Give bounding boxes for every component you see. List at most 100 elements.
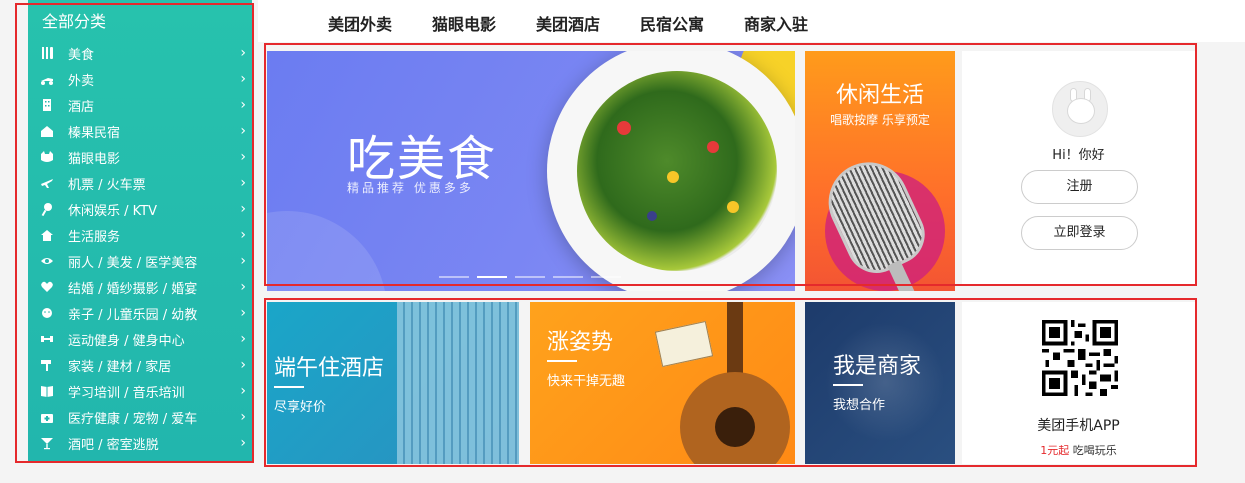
sidebar-list: 美食 › 外卖 › 酒店 › 榛果民宿 › 猫眼电影 › 机票 / 火车票 › 休闲娱乐 / KTV › 生… (28, 40, 252, 456)
ukulele-neck (727, 302, 743, 382)
heart-icon (38, 280, 56, 294)
register-button[interactable]: 注册 (1021, 170, 1138, 204)
sidebar-item[interactable]: 生活服务 › (28, 222, 252, 248)
merchant-tile-title: 我是商家 (833, 354, 922, 379)
eye-icon (38, 254, 56, 268)
sidebar-item-label: 亲子 / 儿童乐园 / 幼教 (68, 307, 198, 323)
sidebar-item[interactable]: 亲子 / 儿童乐园 / 幼教 › (28, 300, 252, 326)
sidebar-item[interactable]: 美食 › (28, 40, 252, 66)
sidebar-item-label: 酒店 (68, 99, 95, 115)
scooter-icon (38, 72, 56, 86)
sidebar-item-label: 运动健身 / 健身中心 (68, 333, 185, 349)
sidebar-item-label: 猫眼电影 (68, 151, 121, 167)
nav-meituan-hotel[interactable]: 美团酒店 (536, 11, 600, 35)
food-banner[interactable]: 吃美食 精品推荐 优惠多多 (267, 51, 795, 291)
dumbbell-icon (38, 332, 56, 346)
chevron-right-icon: › (240, 357, 246, 373)
sidebar-item-label: 外卖 (68, 73, 95, 89)
chevron-right-icon: › (240, 71, 246, 87)
greeting-text: Hi！你好 (1052, 148, 1105, 163)
sidebar-item-label: 丽人 / 美发 / 医学美容 (68, 255, 198, 271)
book-image (654, 320, 714, 368)
strawberry-decor (617, 121, 631, 135)
divider (274, 386, 304, 388)
carousel-indicator[interactable] (591, 276, 621, 278)
chevron-right-icon: › (240, 253, 246, 269)
paint-roller-icon (38, 358, 56, 372)
sidebar-item[interactable]: 猫眼电影 › (28, 144, 252, 170)
nav-homestay[interactable]: 民宿公寓 (640, 11, 704, 35)
cat-icon (38, 150, 56, 164)
chevron-right-icon: › (240, 409, 246, 425)
chevron-right-icon: › (240, 227, 246, 243)
sidebar-item[interactable]: 丽人 / 美发 / 医学美容 › (28, 248, 252, 274)
blueberry-decor (647, 211, 657, 221)
pineapple-decor (727, 201, 739, 213)
page: 美团外卖 猫眼电影 美团酒店 民宿公寓 商家入驻 全部分类 美食 › 外卖 › 酒店 › 榛… (0, 0, 1245, 483)
ukulele-sound-hole (715, 407, 755, 447)
rabbit-face-icon (1067, 98, 1095, 124)
network-decor (825, 322, 945, 442)
sidebar-item-label: 酒吧 / 密室逃脱 (68, 437, 159, 453)
carousel-indicator[interactable] (553, 276, 583, 278)
hotel-tile-title: 端午住酒店 (274, 356, 385, 381)
carousel-indicator[interactable] (439, 276, 469, 278)
sidebar-item[interactable]: 休闲娱乐 / KTV › (28, 196, 252, 222)
hotel-tile-subtitle: 尽享好价 (274, 400, 327, 415)
hotel-promo-tile[interactable]: 端午住酒店 尽享好价 (267, 302, 519, 464)
qr-code-icon (1042, 320, 1118, 396)
app-subtitle: 1元起 吃喝玩乐 (962, 442, 1195, 458)
sidebar-item[interactable]: 机票 / 火车票 › (28, 170, 252, 196)
merchant-promo-tile[interactable]: 我是商家 我想合作 (805, 302, 955, 464)
decor-circle (267, 211, 387, 291)
strawberry-decor (707, 141, 719, 153)
sidebar-item-label: 家装 / 建材 / 家居 (68, 359, 172, 375)
merchant-tile-subtitle: 我想合作 (833, 398, 886, 413)
baby-icon (38, 306, 56, 320)
microphone-icon (38, 202, 56, 216)
plane-icon (38, 176, 56, 190)
sidebar-item-label: 休闲娱乐 / KTV (68, 203, 157, 219)
sidebar-item-label: 生活服务 (68, 229, 121, 245)
chevron-right-icon: › (240, 175, 246, 191)
sidebar-item[interactable]: 学习培训 / 音乐培训 › (28, 378, 252, 404)
sidebar-item[interactable]: 运动健身 / 健身中心 › (28, 326, 252, 352)
login-button[interactable]: 立即登录 (1021, 216, 1138, 250)
sidebar-item-label: 机票 / 火车票 (68, 177, 146, 193)
category-sidebar: 全部分类 美食 › 外卖 › 酒店 › 榛果民宿 › 猫眼电影 › 机票 / 火车票 › 休闲娱乐 / … (28, 0, 252, 463)
sidebar-item[interactable]: 榛果民宿 › (28, 118, 252, 144)
house-icon (38, 124, 56, 138)
sidebar-title: 全部分类 (42, 12, 107, 31)
sidebar-item-label: 榛果民宿 (68, 125, 121, 141)
chevron-right-icon: › (240, 201, 246, 217)
sidebar-item[interactable]: 外卖 › (28, 66, 252, 92)
nav-maoyan-movie[interactable]: 猫眼电影 (432, 11, 496, 35)
sidebar-item[interactable]: 酒店 › (28, 92, 252, 118)
leisure-title: 休闲生活 (835, 83, 924, 108)
divider (547, 360, 577, 362)
sidebar-item-label: 美食 (68, 47, 95, 63)
sidebar-item[interactable]: 结婚 / 婚纱摄影 / 婚宴 › (28, 274, 252, 300)
nav-merchant-join[interactable]: 商家入驻 (744, 11, 808, 35)
leisure-subtitle: 唱歌按摩 乐享预定 (830, 113, 930, 127)
sidebar-item[interactable]: 医疗健康 / 宠物 / 爱车 › (28, 404, 252, 430)
sidebar-item[interactable]: 酒吧 / 密室逃脱 › (28, 430, 252, 456)
top-nav: 美团外卖 猫眼电影 美团酒店 民宿公寓 商家入驻 (258, 0, 1245, 42)
carousel-indicator[interactable] (477, 276, 507, 278)
home-service-icon (38, 228, 56, 242)
chevron-right-icon: › (240, 123, 246, 139)
app-download-tile[interactable]: 美团手机APP 1元起 吃喝玩乐 (962, 302, 1195, 464)
carousel-indicator[interactable] (515, 276, 545, 278)
chevron-right-icon: › (240, 97, 246, 113)
divider (833, 384, 863, 386)
sidebar-item[interactable]: 家装 / 建材 / 家居 › (28, 352, 252, 378)
user-card: Hi！你好 注册 立即登录 (962, 51, 1195, 285)
chevron-right-icon: › (240, 45, 246, 61)
pineapple-decor (667, 171, 679, 183)
sidebar-item-label: 结婚 / 婚纱摄影 / 婚宴 (68, 281, 198, 297)
nav-meituan-waimai[interactable]: 美团外卖 (328, 11, 392, 35)
knowledge-promo-tile[interactable]: 涨姿势 快来干掉无趣 (530, 302, 795, 464)
pose-tile-title: 涨姿势 (547, 330, 614, 355)
leisure-banner[interactable]: 休闲生活 唱歌按摩 乐享预定 (805, 51, 955, 291)
cocktail-icon (38, 436, 56, 450)
